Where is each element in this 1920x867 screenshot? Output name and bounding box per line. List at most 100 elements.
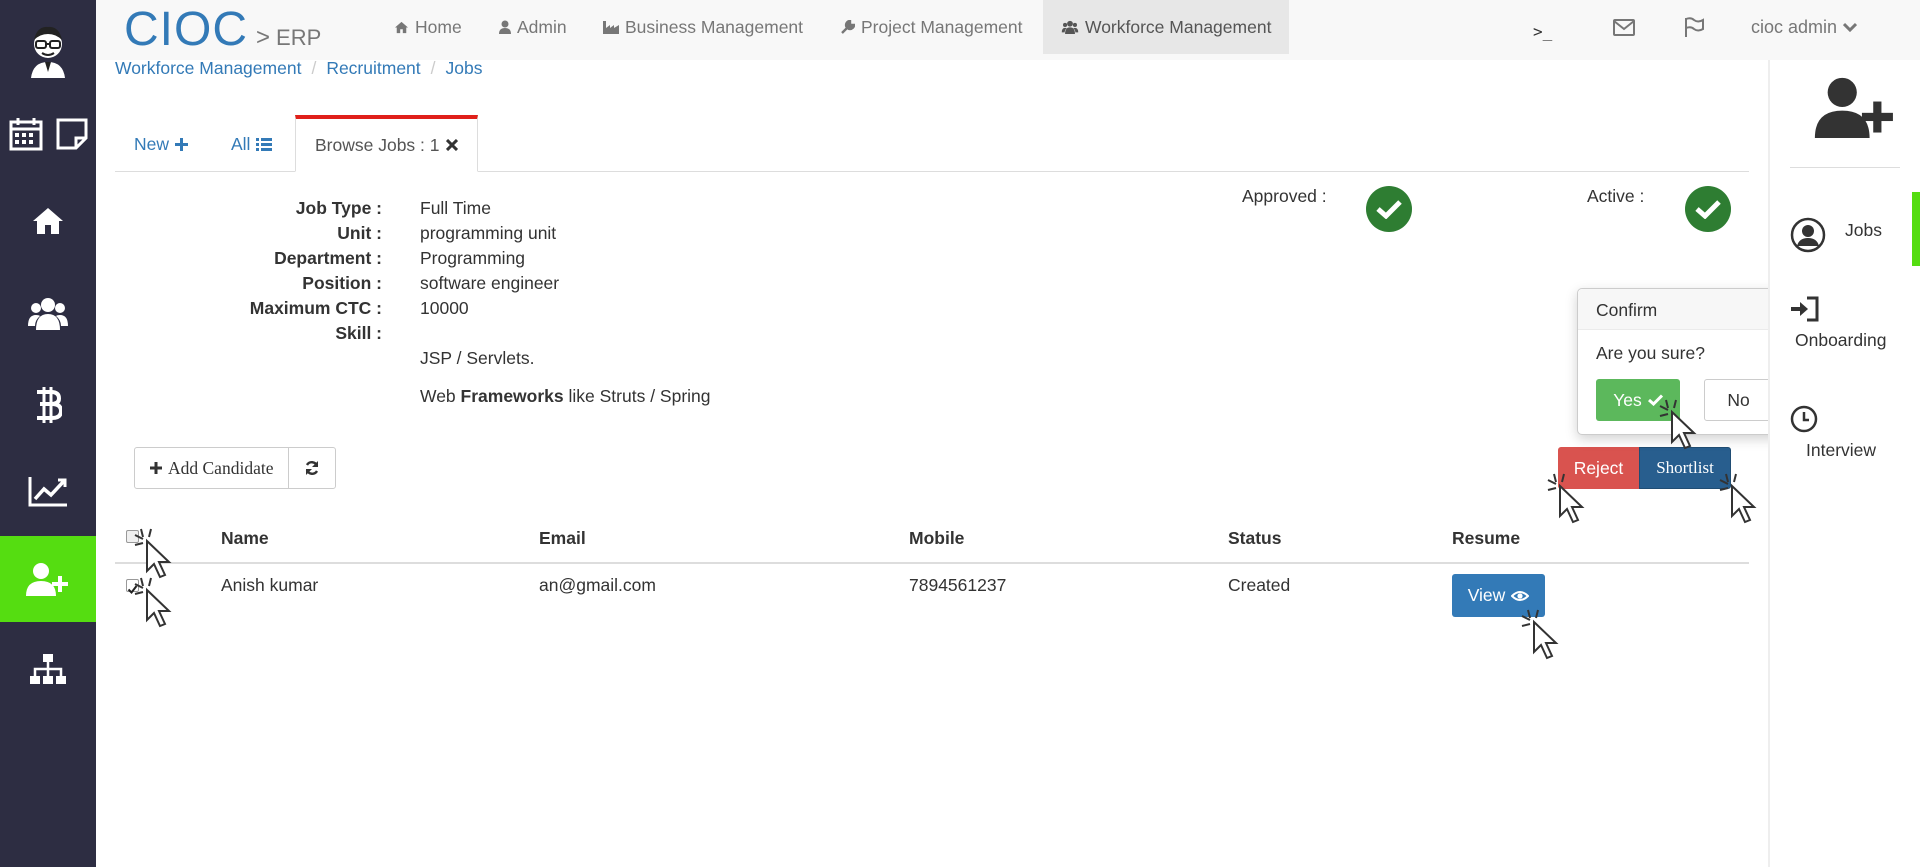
user-icon (499, 20, 511, 34)
col-header-status[interactable]: Status (1228, 528, 1281, 549)
nav-admin-label: Admin (517, 16, 567, 37)
calendar-icon[interactable] (6, 112, 46, 156)
col-header-name[interactable]: Name (221, 528, 269, 549)
active-label: Active : (1587, 186, 1645, 206)
nav-workforce-management[interactable]: Workforce Management (1043, 0, 1290, 54)
brand-separator: > (256, 24, 271, 51)
bitcoin-icon[interactable] (0, 382, 96, 428)
list-icon (256, 138, 273, 151)
tab-bar: New All Browse Jobs : 1 (115, 115, 1749, 172)
terminal-icon: >_ (1533, 21, 1553, 41)
brand-subtitle: ERP (276, 25, 322, 50)
click-cursor-icon (134, 528, 172, 579)
row-checkbox[interactable] (126, 579, 139, 595)
position-value: software engineer (420, 273, 560, 293)
job-type-value: Full Time (420, 198, 491, 218)
nav-project-label: Project Management (861, 16, 1023, 37)
department-label: Department : (274, 248, 382, 268)
refresh-icon (306, 461, 319, 475)
sitemap-icon[interactable] (0, 646, 96, 692)
sign-in-icon (1790, 296, 1820, 327)
wrench-icon (841, 20, 855, 34)
tab-new-label: New (134, 133, 170, 154)
clock-icon (1790, 405, 1818, 438)
nav-project-management[interactable]: Project Management (841, 0, 1022, 54)
users-icon[interactable] (0, 290, 96, 336)
user-plus-icon[interactable] (0, 536, 96, 622)
confirm-no-button[interactable]: No (1704, 379, 1773, 421)
brand-name: CIOC (124, 3, 248, 56)
tab-new[interactable]: New (134, 116, 189, 172)
confirm-yes-button[interactable]: Yes (1596, 379, 1680, 421)
department-value: Programming (420, 248, 526, 268)
skill-line-2-suffix: like Struts / Spring (563, 386, 711, 406)
left-sidebar (0, 0, 96, 867)
tab-browse-jobs[interactable]: Browse Jobs : 1 (295, 115, 478, 172)
popover-question: Are you sure? (1596, 343, 1705, 363)
view-resume-label: View (1467, 585, 1506, 605)
eye-icon (1511, 590, 1530, 601)
messages-button[interactable] (1613, 0, 1635, 54)
cell-status: Created (1228, 575, 1291, 595)
plus-icon (175, 137, 189, 151)
tab-browse-jobs-label: Browse Jobs : 1 (315, 134, 440, 155)
breadcrumb: Workforce Management / Recruitment / Job… (115, 58, 483, 79)
terminal-button[interactable]: >_ (1533, 4, 1552, 58)
skill-label: Skill : (335, 323, 382, 343)
skill-line-2: Web Frameworks like Struts / Spring (420, 386, 711, 407)
plus-icon (150, 462, 162, 474)
col-header-resume[interactable]: Resume (1452, 528, 1520, 549)
nav-home[interactable]: Home (394, 0, 462, 54)
reject-button[interactable]: Reject (1558, 447, 1639, 489)
nav-admin[interactable]: Admin (499, 0, 567, 54)
nav-business-management[interactable]: Business Management (603, 0, 803, 54)
candidate-toolbar: Add Candidate (134, 447, 337, 489)
checkmark-icon (127, 585, 138, 595)
unit-label: Unit : (337, 223, 382, 243)
breadcrumb-workforce[interactable]: Workforce Management (115, 58, 301, 79)
max-ctc-value: 10000 (420, 298, 469, 318)
skill-line-2-bold: Frameworks (460, 386, 564, 406)
check-icon (1647, 394, 1663, 406)
col-header-email[interactable]: Email (539, 528, 586, 549)
industry-icon (603, 21, 619, 34)
select-all-checkbox[interactable] (126, 530, 139, 543)
confirm-yes-label: Yes (1613, 389, 1642, 410)
add-user-icon (1814, 76, 1896, 143)
confirm-popover: Confirm Are you sure? Yes No (1577, 288, 1791, 435)
top-navbar: CIOC > ERP Home Admin Business Managemen… (96, 0, 1920, 60)
notifications-button[interactable] (1684, 0, 1704, 54)
job-type-label: Job Type : (295, 198, 382, 218)
chart-line-icon[interactable] (0, 468, 96, 514)
tab-all-label: All (231, 133, 251, 154)
breadcrumb-recruitment[interactable]: Recruitment (326, 58, 420, 79)
col-header-mobile[interactable]: Mobile (909, 528, 964, 549)
popover-title: Confirm (1578, 289, 1790, 330)
rp-onboarding[interactable]: Onboarding (1795, 330, 1886, 351)
skill-line-1: JSP / Servlets. (420, 348, 535, 368)
user-name: cioc admin (1751, 16, 1838, 37)
user-menu[interactable]: cioc admin (1751, 0, 1858, 54)
breadcrumb-separator: / (430, 58, 436, 78)
max-ctc-label: Maximum CTC : (249, 298, 382, 318)
refresh-button[interactable] (289, 448, 335, 488)
close-icon[interactable] (445, 139, 458, 151)
right-panel: Jobs Onboarding Interview (1768, 60, 1920, 867)
home-icon[interactable] (0, 198, 96, 244)
nav-business-label: Business Management (625, 16, 804, 37)
nav-home-label: Home (415, 16, 462, 37)
rp-interview[interactable]: Interview (1806, 440, 1876, 461)
flag-icon (1685, 17, 1704, 37)
cell-email: an@gmail.com (539, 575, 656, 595)
tab-all[interactable]: All (231, 116, 273, 172)
home-icon (395, 21, 408, 33)
note-icon[interactable] (52, 112, 92, 156)
position-label: Position : (302, 273, 382, 293)
brand-logo[interactable]: CIOC > ERP (124, 2, 321, 57)
add-candidate-button[interactable]: Add Candidate (135, 448, 290, 488)
rp-jobs[interactable]: Jobs (1845, 220, 1882, 241)
breadcrumb-jobs[interactable]: Jobs (446, 58, 483, 79)
view-resume-button[interactable]: View (1452, 574, 1545, 617)
shortlist-button[interactable]: Shortlist (1639, 447, 1731, 489)
avatar[interactable] (0, 14, 96, 86)
